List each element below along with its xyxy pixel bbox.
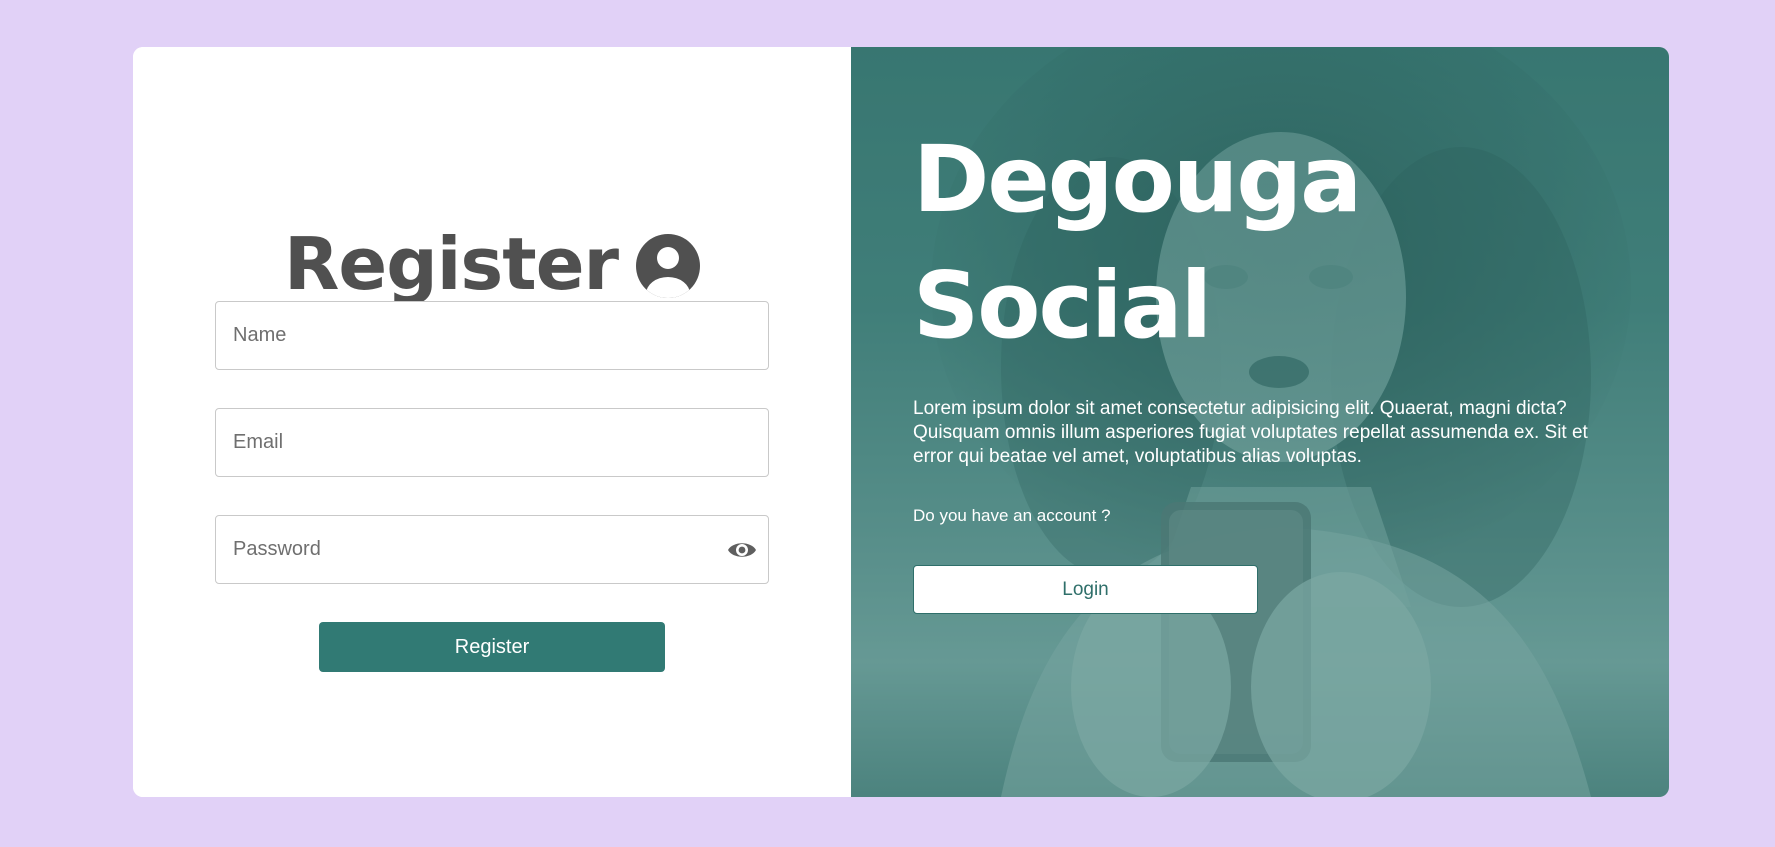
hero-description: Lorem ipsum dolor sit amet consectetur a…: [913, 398, 1588, 467]
brand-title: Degouga Social: [913, 117, 1362, 369]
password-input[interactable]: [216, 516, 768, 583]
brand-line-2: Social: [913, 252, 1212, 359]
email-field[interactable]: [215, 408, 769, 477]
name-input[interactable]: [216, 302, 768, 369]
register-button[interactable]: Register: [319, 622, 665, 672]
eye-icon[interactable]: [727, 537, 757, 563]
page-title: Register: [283, 222, 619, 306]
register-card: Register Name Email Register Degouga Soc…: [133, 47, 1669, 797]
brand-line-1: Degouga: [913, 126, 1362, 233]
account-question: Do you have an account ?: [913, 506, 1111, 525]
hero-panel: Degouga Social Lorem ipsum dolor sit ame…: [851, 47, 1669, 797]
register-heading: Register: [133, 219, 851, 309]
login-button[interactable]: Login: [913, 565, 1258, 614]
user-circle-icon: [636, 234, 701, 298]
register-panel: Register Name Email Register: [133, 47, 851, 797]
password-field[interactable]: [215, 515, 769, 584]
email-input[interactable]: [216, 409, 768, 476]
name-field[interactable]: [215, 301, 769, 370]
